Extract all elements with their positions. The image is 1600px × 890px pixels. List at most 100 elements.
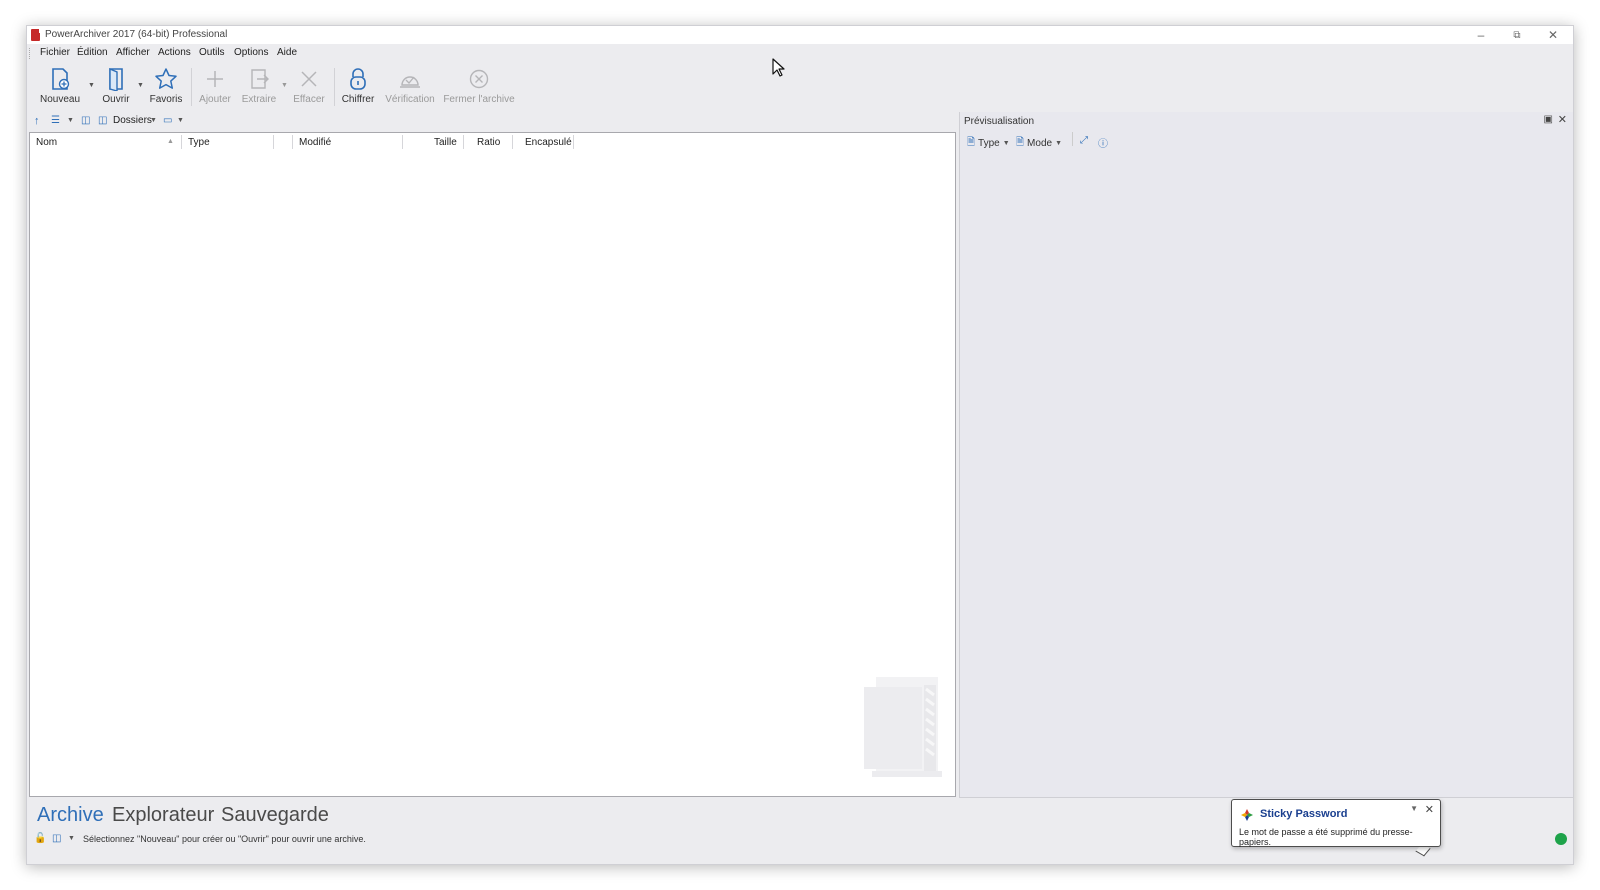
tab-explorateur[interactable]: Explorateur bbox=[112, 804, 214, 827]
main-toolbar: Nouveau ▼ Ouvrir ▼ Favoris Ajouter Extra… bbox=[27, 62, 1573, 112]
fermer-archive-label: Fermer l'archive bbox=[443, 94, 515, 105]
column-nom[interactable]: Nom bbox=[36, 133, 57, 151]
delete-x-icon bbox=[296, 66, 322, 92]
nouveau-button[interactable]: Nouveau bbox=[39, 66, 81, 108]
preview-separator bbox=[1072, 132, 1073, 146]
column-divider[interactable] bbox=[573, 135, 574, 149]
open-archive-icon bbox=[103, 66, 129, 92]
maximize-pane-icon[interactable]: ▣ bbox=[1544, 114, 1553, 125]
list-view-icon[interactable]: ☰ bbox=[51, 115, 60, 126]
new-archive-icon bbox=[47, 66, 73, 92]
favoris-label: Favoris bbox=[149, 94, 183, 105]
preview-type-label: Type bbox=[978, 138, 1000, 149]
fermer-archive-button[interactable]: Fermer l'archive bbox=[443, 66, 515, 108]
effacer-button[interactable]: Effacer bbox=[290, 66, 328, 108]
view-dropdown-icon[interactable]: ▼ bbox=[67, 117, 74, 124]
sticky-password-toast[interactable]: Sticky Password ▼ ✕ Le mot de passe a ét… bbox=[1231, 799, 1441, 847]
favoris-button[interactable]: Favoris bbox=[147, 66, 185, 108]
menu-edition[interactable]: Édition bbox=[77, 47, 108, 58]
extraire-dropdown-icon[interactable]: ▼ bbox=[281, 82, 288, 89]
preview-pane: Prévisualisation ▣ ✕ 🗎 Type ▼ 🗎 Mode ▼ ⤢… bbox=[959, 112, 1573, 798]
archive-watermark-icon bbox=[864, 677, 942, 777]
dossiers-dropdown[interactable]: Dossiers bbox=[113, 115, 152, 126]
plus-icon bbox=[202, 66, 228, 92]
menu-options[interactable]: Options bbox=[234, 47, 268, 58]
sticky-password-logo-icon bbox=[1241, 809, 1253, 821]
lock-icon bbox=[345, 66, 371, 92]
fullscreen-icon[interactable]: ⤢ bbox=[1080, 135, 1088, 146]
ouvrir-button[interactable]: Ouvrir bbox=[97, 66, 135, 108]
app-window: PowerArchiver 2017 (64-bit) Professional… bbox=[26, 25, 1574, 865]
menu-outils[interactable]: Outils bbox=[199, 47, 225, 58]
minimize-button[interactable]: – bbox=[1463, 26, 1499, 44]
restore-button[interactable]: ⧉ bbox=[1499, 26, 1535, 44]
lock-status-icon[interactable]: 🔓 bbox=[34, 833, 46, 844]
verification-button[interactable]: Vérification bbox=[384, 66, 436, 108]
column-divider[interactable] bbox=[292, 135, 293, 149]
extraire-label: Extraire bbox=[241, 94, 277, 105]
column-modifie[interactable]: Modifié bbox=[299, 133, 331, 151]
ajouter-button[interactable]: Ajouter bbox=[196, 66, 234, 108]
window-title: PowerArchiver 2017 (64-bit) Professional bbox=[45, 29, 228, 40]
dossiers-dropdown-icon[interactable]: ▼ bbox=[150, 117, 157, 124]
up-arrow-icon[interactable]: ↑ bbox=[34, 115, 40, 127]
toolbar-separator bbox=[191, 68, 192, 106]
ouvrir-label: Ouvrir bbox=[102, 94, 130, 105]
menu-aide[interactable]: Aide bbox=[277, 47, 297, 58]
column-divider[interactable] bbox=[463, 135, 464, 149]
panel-status-icon[interactable]: ◫ bbox=[52, 833, 61, 844]
sort-ascending-icon: ▲ bbox=[167, 138, 174, 145]
chevron-down-icon: ▼ bbox=[1055, 140, 1062, 147]
column-type[interactable]: Type bbox=[188, 133, 210, 151]
menu-fichier[interactable]: Fichier bbox=[40, 47, 70, 58]
effacer-label: Effacer bbox=[293, 94, 325, 105]
chiffrer-button[interactable]: Chiffrer bbox=[339, 66, 377, 108]
toast-close-icon[interactable]: ✕ bbox=[1425, 803, 1434, 816]
ouvrir-dropdown-icon[interactable]: ▼ bbox=[137, 82, 144, 89]
nouveau-dropdown-icon[interactable]: ▼ bbox=[88, 82, 95, 89]
file-list[interactable]: Nom ▲ Type Modifié Taille Ratio Encapsul… bbox=[29, 132, 956, 797]
preview-title: Prévisualisation bbox=[964, 116, 1035, 127]
tab-sauvegarde[interactable]: Sauvegarde bbox=[221, 804, 329, 827]
layout-dropdown-icon[interactable]: ▼ bbox=[177, 117, 184, 124]
column-divider[interactable] bbox=[402, 135, 403, 149]
document-icon: 🗎 bbox=[967, 137, 976, 148]
close-button[interactable]: ✕ bbox=[1535, 26, 1571, 44]
status-dropdown-icon[interactable]: ▼ bbox=[68, 835, 75, 842]
title-bar: PowerArchiver 2017 (64-bit) Professional… bbox=[27, 26, 1573, 44]
status-text: Sélectionnez "Nouveau" pour créer ou "Ou… bbox=[83, 834, 366, 844]
toast-title: Sticky Password bbox=[1260, 808, 1348, 820]
ajouter-label: Ajouter bbox=[199, 94, 231, 105]
verify-icon bbox=[397, 66, 423, 92]
file-list-toolbar: ↑ ☰ ▼ ◫ ◫ Dossiers ▼ ▭ ▼ bbox=[29, 113, 957, 131]
extraire-button[interactable]: Extraire bbox=[239, 66, 279, 108]
mouse-cursor-icon bbox=[772, 58, 785, 77]
column-ratio[interactable]: Ratio bbox=[477, 133, 500, 151]
column-divider[interactable] bbox=[181, 135, 182, 149]
preview-mode-dropdown[interactable]: 🗎 Mode ▼ bbox=[1016, 135, 1062, 152]
toast-menu-icon[interactable]: ▼ bbox=[1410, 804, 1418, 813]
menu-actions[interactable]: Actions bbox=[158, 47, 191, 58]
verification-label: Vérification bbox=[385, 94, 435, 105]
preview-mode-label: Mode bbox=[1027, 138, 1053, 149]
layout-icon[interactable]: ▭ bbox=[163, 115, 172, 126]
preview-type-dropdown[interactable]: 🗎 Type ▼ bbox=[967, 135, 1010, 152]
panel-toggle-icon[interactable]: ◫ bbox=[81, 115, 90, 126]
column-taille[interactable]: Taille bbox=[434, 133, 457, 151]
chevron-down-icon: ▼ bbox=[1002, 140, 1010, 147]
menu-grip bbox=[29, 48, 32, 59]
toast-message: Le mot de passe a été supprimé du presse… bbox=[1239, 827, 1413, 847]
star-icon bbox=[153, 66, 179, 92]
tab-archive[interactable]: Archive bbox=[37, 804, 104, 827]
menu-afficher[interactable]: Afficher bbox=[116, 47, 150, 58]
close-pane-icon[interactable]: ✕ bbox=[1558, 113, 1567, 126]
toolbar-separator bbox=[334, 68, 335, 106]
column-encapsule[interactable]: Encapsulé bbox=[525, 133, 572, 151]
folders-panel-icon[interactable]: ◫ bbox=[98, 115, 107, 126]
column-divider[interactable] bbox=[512, 135, 513, 149]
status-indicator-icon bbox=[1555, 833, 1567, 845]
app-icon bbox=[31, 29, 42, 41]
help-icon[interactable]: ⓘ bbox=[1098, 135, 1108, 150]
column-divider[interactable] bbox=[273, 135, 274, 149]
menu-bar: Fichier Édition Afficher Actions Outils … bbox=[27, 44, 1573, 62]
